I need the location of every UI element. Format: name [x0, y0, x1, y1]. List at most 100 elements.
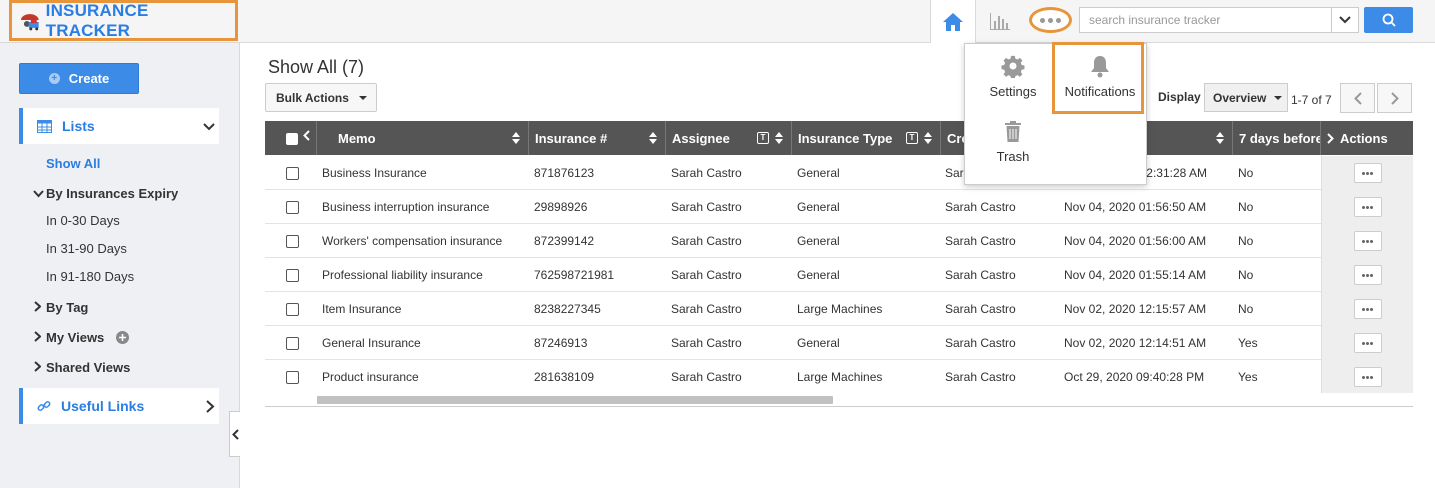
search-input[interactable] [1080, 8, 1331, 32]
table-row[interactable]: Professional liability insurance 7625987… [265, 258, 1413, 292]
lists-section-header[interactable]: Lists [19, 108, 219, 144]
sidebar-item-0-30-days[interactable]: In 0-30 Days [46, 213, 120, 228]
table-row[interactable]: Business interruption insurance 29898926… [265, 190, 1413, 224]
row-actions-button[interactable] [1353, 333, 1382, 353]
column-header-memo[interactable]: Memo [317, 121, 529, 155]
row-checkbox[interactable] [286, 235, 299, 248]
useful-links-section-header[interactable]: Useful Links [19, 388, 219, 424]
plus-icon: + [48, 73, 60, 84]
menu-item-notifications[interactable]: Notifications [1060, 54, 1140, 99]
sort-icon[interactable] [649, 132, 657, 144]
sidebar-group-by-expiry[interactable]: By Insurances Expiry [33, 186, 178, 201]
column-label: Insurance # [535, 130, 608, 146]
filter-icon[interactable]: T [757, 132, 769, 144]
table-row[interactable]: General Insurance 87246913 Sarah Castro … [265, 326, 1413, 360]
next-page-button[interactable] [1377, 83, 1412, 113]
row-actions-button[interactable] [1353, 299, 1382, 319]
row-checkbox[interactable] [286, 269, 299, 282]
cell-memo[interactable]: Workers' compensation insurance [322, 224, 527, 258]
sidebar-item-show-all[interactable]: Show All [46, 156, 100, 171]
search-button[interactable] [1364, 7, 1413, 33]
cell-memo[interactable]: Business Insurance [322, 156, 527, 190]
trash-icon [1005, 121, 1021, 142]
chevron-left-icon[interactable] [303, 130, 310, 141]
sidebar-group-by-tag[interactable]: By Tag [33, 300, 88, 315]
row-actions-button[interactable] [1353, 163, 1382, 183]
row-checkbox[interactable] [286, 201, 299, 214]
bulk-actions-button[interactable]: Bulk Actions [265, 83, 377, 112]
row-checkbox[interactable] [286, 337, 299, 350]
cell-assignee: Sarah Castro [671, 234, 742, 248]
useful-links-label: Useful Links [61, 398, 145, 414]
horizontal-scrollbar[interactable] [265, 393, 1413, 407]
row-checkbox[interactable] [286, 167, 299, 180]
row-actions-button[interactable] [1353, 231, 1382, 251]
row-checkbox[interactable] [286, 303, 299, 316]
menu-item-settings[interactable]: Settings [985, 54, 1041, 99]
cell-memo[interactable]: Product insurance [322, 360, 527, 394]
insurance-logo-icon [20, 13, 39, 30]
column-header-insurance-type[interactable]: Insurance Type T [792, 121, 941, 155]
cell-insurance-number: 871876123 [534, 166, 595, 180]
table-row[interactable]: Product insurance 281638109 Sarah Castro… [265, 360, 1413, 394]
actions-cell [1321, 190, 1413, 224]
column-header-insurance-number[interactable]: Insurance # [529, 121, 666, 155]
sidebar-collapse-toggle[interactable] [229, 411, 240, 457]
cell-memo[interactable]: Professional liability insurance [322, 258, 527, 292]
menu-item-trash[interactable]: Trash [985, 121, 1041, 164]
sort-icon[interactable] [1216, 132, 1224, 144]
column-label: Insurance Type [798, 130, 893, 146]
column-header-7-days-before[interactable]: 7 days before [1233, 121, 1321, 155]
create-button[interactable]: + Create [19, 63, 139, 94]
more-menu-popup: Settings Notifications Trash [964, 42, 1147, 185]
chevron-right-icon [206, 400, 215, 413]
sort-icon[interactable] [924, 132, 932, 144]
display-value: Overview [1213, 90, 1267, 105]
add-view-icon[interactable] [115, 331, 129, 344]
scrollbar-thumb[interactable] [317, 396, 833, 404]
app-logo[interactable]: INSURANCE TRACKER [9, 0, 238, 41]
cell-7-days-before: No [1238, 268, 1254, 282]
row-actions-button[interactable] [1353, 265, 1382, 285]
table-row[interactable]: Item Insurance 8238227345 Sarah Castro L… [265, 292, 1413, 326]
sidebar-group-my-views[interactable]: My Views [33, 330, 129, 345]
cell-memo[interactable]: Business interruption insurance [322, 190, 527, 224]
cell-assignee: Sarah Castro [671, 200, 742, 214]
row-actions-button[interactable] [1353, 197, 1382, 217]
column-header-assignee[interactable]: Assignee T [666, 121, 792, 155]
reports-button[interactable] [985, 8, 1015, 34]
select-all-header [265, 121, 317, 155]
home-icon [943, 12, 963, 31]
search-dropdown-button[interactable] [1331, 8, 1358, 32]
chevron-right-icon[interactable] [1327, 132, 1334, 144]
table-row[interactable]: Workers' compensation insurance 87239914… [265, 224, 1413, 258]
more-menu-button[interactable] [1029, 7, 1072, 33]
create-label: Create [68, 71, 110, 86]
row-checkbox[interactable] [286, 371, 299, 384]
chart-icon [990, 13, 1010, 30]
column-header-actions: Actions [1321, 121, 1413, 155]
home-button[interactable] [930, 0, 976, 43]
cell-insurance-number: 872399142 [534, 234, 595, 248]
sidebar-item-31-90-days[interactable]: In 31-90 Days [46, 241, 127, 256]
chevron-down-icon [1339, 16, 1351, 24]
cell-created-on: Oct 29, 2020 09:40:28 PM [1064, 370, 1205, 384]
actions-cell [1321, 292, 1413, 326]
prev-page-button[interactable] [1340, 83, 1375, 113]
sidebar-item-91-180-days[interactable]: In 91-180 Days [46, 269, 134, 284]
display-select[interactable]: Overview [1204, 83, 1288, 112]
sidebar-group-shared-views[interactable]: Shared Views [33, 360, 130, 375]
cell-7-days-before: No [1238, 200, 1254, 214]
cell-memo[interactable]: General Insurance [322, 326, 527, 360]
sort-icon[interactable] [512, 132, 520, 144]
cell-memo[interactable]: Item Insurance [322, 292, 527, 326]
chevron-down-icon [33, 190, 44, 198]
link-icon [37, 401, 51, 411]
filter-icon[interactable]: T [906, 132, 918, 144]
select-all-checkbox[interactable] [286, 133, 298, 145]
table-row[interactable]: Business Insurance 871876123 Sarah Castr… [265, 156, 1413, 190]
menu-item-label: Notifications [1064, 84, 1136, 99]
row-actions-button[interactable] [1353, 367, 1382, 387]
sort-icon[interactable] [775, 132, 783, 144]
page-title: Show All (7) [268, 57, 365, 77]
